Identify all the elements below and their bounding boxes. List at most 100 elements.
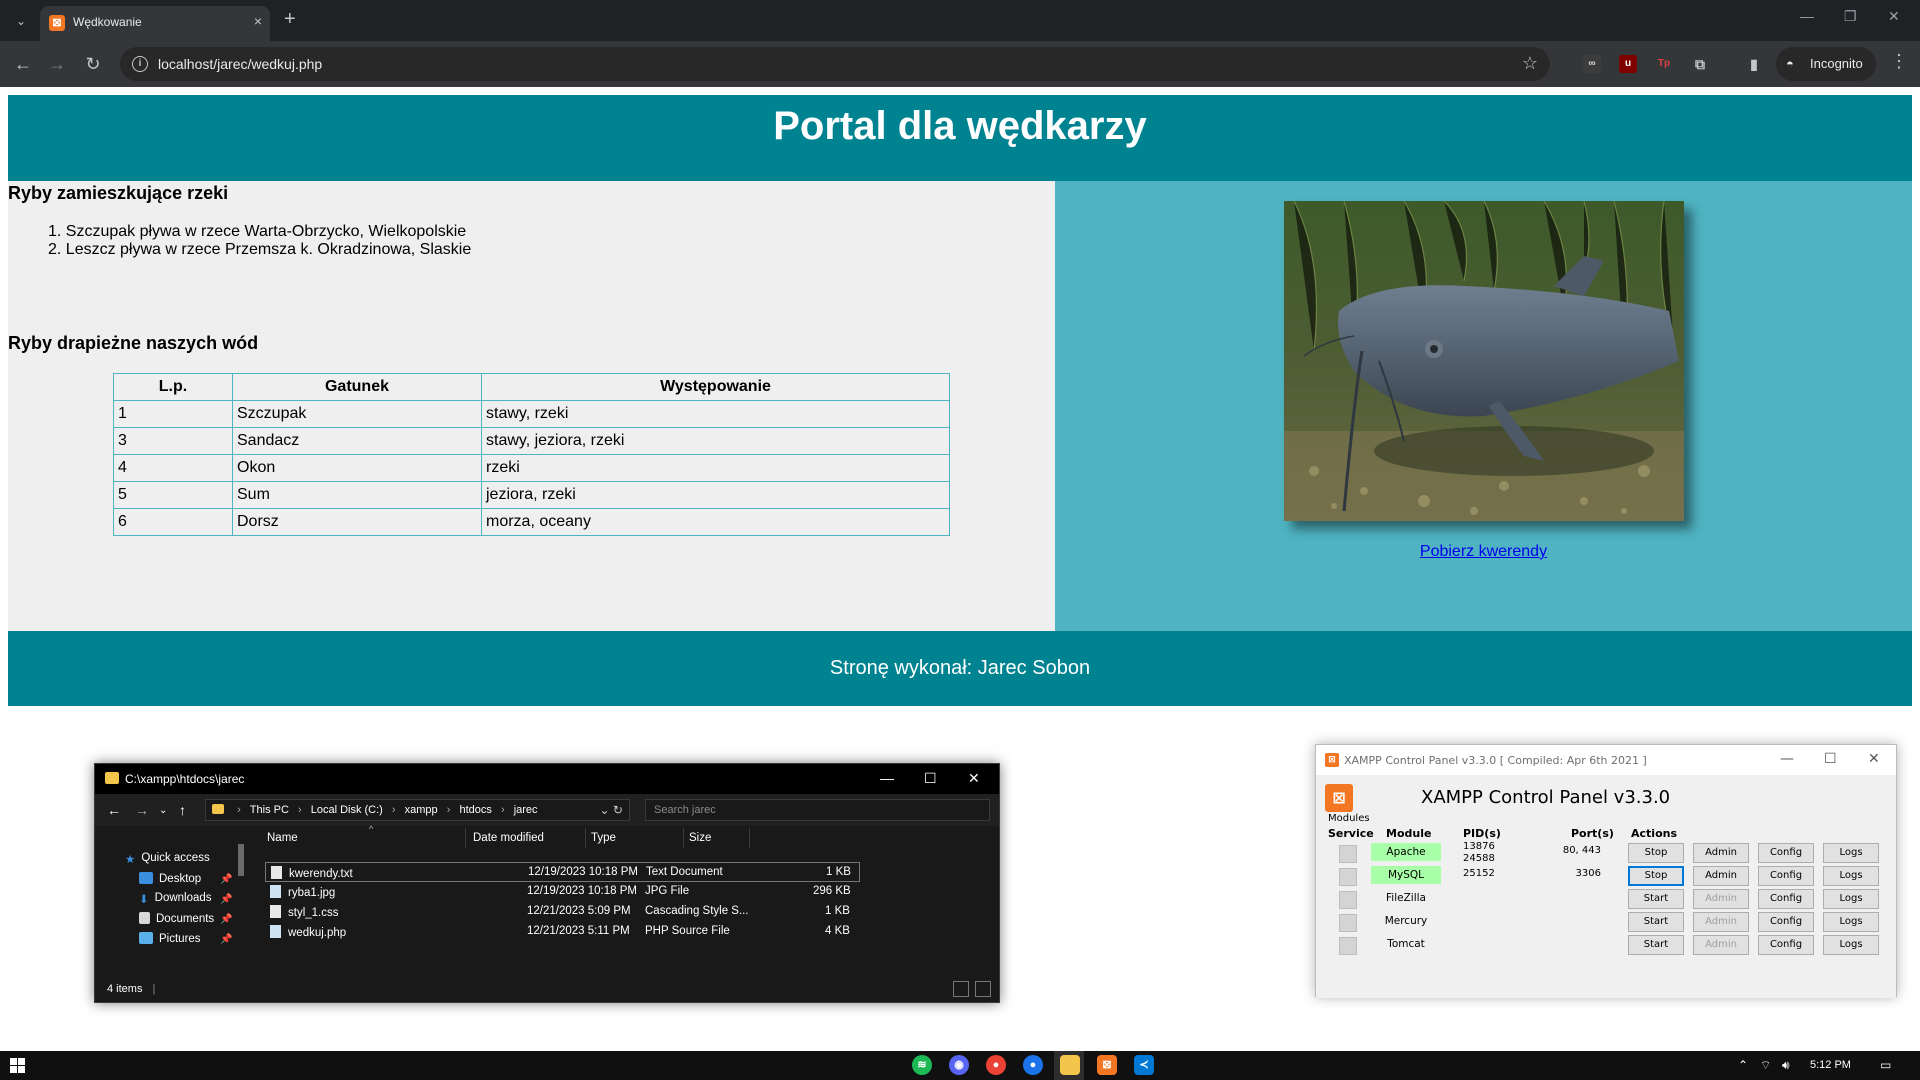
start-button[interactable]: Start [1628,889,1684,909]
nav-pane-scrollbar[interactable] [235,830,247,975]
breadcrumb-local-disk[interactable]: Local Disk (C:) [311,804,383,816]
site-info-icon[interactable]: i [132,56,148,72]
back-icon[interactable]: ← [107,802,121,818]
file-explorer-icon[interactable] [1060,1055,1080,1075]
download-queries-link[interactable]: Pobierz kwerendy [1055,543,1912,561]
config-button[interactable]: Config [1758,912,1814,932]
column-divider[interactable] [465,828,466,848]
col-type[interactable]: Type [591,832,616,844]
discord-icon[interactable]: ◉ [949,1055,969,1075]
forward-icon[interactable]: → [44,51,70,77]
stop-button[interactable]: Stop [1628,866,1684,886]
explorer-search-input[interactable]: Search jarec [645,799,990,821]
tab-close-icon[interactable]: × [254,13,262,29]
translate-icon[interactable]: Tp [1655,55,1673,73]
column-divider[interactable] [749,828,750,848]
col-name[interactable]: Name [267,832,298,844]
address-bar[interactable]: i localhost/jarec/wedkuj.php ☆ [120,47,1550,81]
breadcrumb-this-pc[interactable]: This PC [250,804,289,816]
service-checkbox[interactable] [1339,868,1357,886]
admin-button[interactable]: Admin [1693,843,1749,863]
xampp-icon[interactable]: ⊠ [1097,1055,1117,1075]
admin-button[interactable]: Admin [1693,866,1749,886]
breadcrumb-jarec[interactable]: jarec [514,804,538,816]
minimize-icon[interactable]: — [880,770,894,786]
nav-documents[interactable]: Documents [139,912,214,925]
nav-pictures[interactable]: Pictures [139,932,201,945]
service-checkbox[interactable] [1339,937,1357,955]
maximize-icon[interactable]: ☐ [1824,751,1837,767]
close-icon[interactable]: ✕ [1868,751,1880,767]
incognito-badge[interactable]: ◓ Incognito [1776,47,1876,81]
stop-button[interactable]: Stop [1628,843,1684,863]
nav-downloads[interactable]: ⬇ Downloads [139,892,212,906]
breadcrumb-htdocs[interactable]: htdocs [459,804,491,816]
network-icon[interactable]: ⌔ [1760,1058,1771,1073]
ublock-icon[interactable]: u [1619,55,1637,73]
reload-icon[interactable]: ↻ [80,51,106,77]
file-explorer-window[interactable]: C:\xampp\htdocs\jarec — ☐ ✕ ← → ⌄ ↑ › Th… [94,763,1000,1003]
new-tab-button[interactable]: + [284,8,296,31]
file-row[interactable]: ryba1.jpg 12/19/2023 10:18 PM JPG File 2… [265,882,860,902]
minimize-icon[interactable]: — [1780,751,1794,767]
puzzle-icon[interactable]: ⧉ [1691,55,1709,73]
logs-button[interactable]: Logs [1823,935,1879,955]
config-button[interactable]: Config [1758,866,1814,886]
file-row[interactable]: styl_1.css 12/21/2023 5:09 PM Cascading … [265,902,860,922]
logs-button[interactable]: Logs [1823,889,1879,909]
volume-icon[interactable]: 🔊︎ [1782,1058,1790,1073]
taskbar-clock[interactable]: 5:12 PM [1810,1059,1851,1071]
up-icon[interactable]: ↑ [179,802,186,818]
forward-icon[interactable]: → [135,802,149,818]
refresh-icon[interactable]: ⌄ ↻ [600,800,623,820]
spotify-icon[interactable]: ≋ [912,1055,932,1075]
column-divider[interactable] [585,828,586,848]
col-size[interactable]: Size [689,832,711,844]
chevron-up-icon[interactable]: ⌃ [1738,1058,1748,1072]
explorer-path-bar[interactable]: › This PC › Local Disk (C:) › xampp › ht… [205,799,630,821]
nav-quick-access[interactable]: ★ Quick access [125,852,210,866]
logs-button[interactable]: Logs [1823,843,1879,863]
chrome-dev-icon[interactable]: ● [1023,1055,1043,1075]
logs-button[interactable]: Logs [1823,912,1879,932]
scrollbar-thumb[interactable] [238,844,244,876]
config-button[interactable]: Config [1758,889,1814,909]
restore-icon[interactable]: ❐ [1844,8,1857,25]
tab-search-icon[interactable]: ⌄ [10,10,32,32]
menu-kebab-icon[interactable]: ⋮ [1890,51,1908,72]
vscode-icon[interactable]: ≺ [1134,1055,1154,1075]
tab-wedkowanie[interactable]: ⊠ Wędkowanie × [40,6,270,41]
close-icon[interactable]: ✕ [968,770,980,787]
service-checkbox[interactable] [1339,845,1357,863]
chrome-icon[interactable]: ● [986,1055,1006,1075]
back-icon[interactable]: ← [10,51,36,77]
windows-start-icon[interactable] [10,1058,25,1073]
logs-button[interactable]: Logs [1823,866,1879,886]
start-button[interactable]: Start [1628,935,1684,955]
file-row[interactable]: kwerendy.txt 12/19/2023 10:18 PM Text Do… [265,862,860,882]
explorer-titlebar[interactable]: C:\xampp\htdocs\jarec — ☐ ✕ [95,764,999,794]
col-date-modified[interactable]: Date modified [473,832,544,844]
nav-desktop[interactable]: Desktop [139,872,201,885]
sidepanel-icon[interactable]: ▮ [1745,55,1763,73]
bookmark-star-icon[interactable]: ☆ [1522,53,1538,74]
service-checkbox[interactable] [1339,891,1357,909]
recent-locations-icon[interactable]: ⌄ [159,805,167,816]
config-button[interactable]: Config [1758,843,1814,863]
breadcrumb-xampp[interactable]: xampp [405,804,438,816]
minimize-icon[interactable]: — [1800,8,1814,24]
start-button[interactable]: Start [1628,912,1684,932]
xampp-titlebar[interactable]: ⊠ XAMPP Control Panel v3.3.0 [ Compiled:… [1316,745,1896,775]
url-text[interactable]: localhost/jarec/wedkuj.php [158,56,322,72]
xampp-control-panel-window[interactable]: ⊠ XAMPP Control Panel v3.3.0 [ Compiled:… [1315,744,1897,998]
config-button[interactable]: Config [1758,935,1814,955]
maximize-icon[interactable]: ☐ [924,770,937,787]
large-icons-view-icon[interactable] [975,981,991,997]
notifications-icon[interactable]: ▭ [1880,1058,1891,1072]
glasses-icon[interactable]: ∞ [1583,55,1601,73]
service-checkbox[interactable] [1339,914,1357,932]
file-row[interactable]: wedkuj.php 12/21/2023 5:11 PM PHP Source… [265,922,860,942]
close-window-icon[interactable]: ✕ [1888,8,1900,25]
details-view-icon[interactable] [953,981,969,997]
column-divider[interactable] [683,828,684,848]
